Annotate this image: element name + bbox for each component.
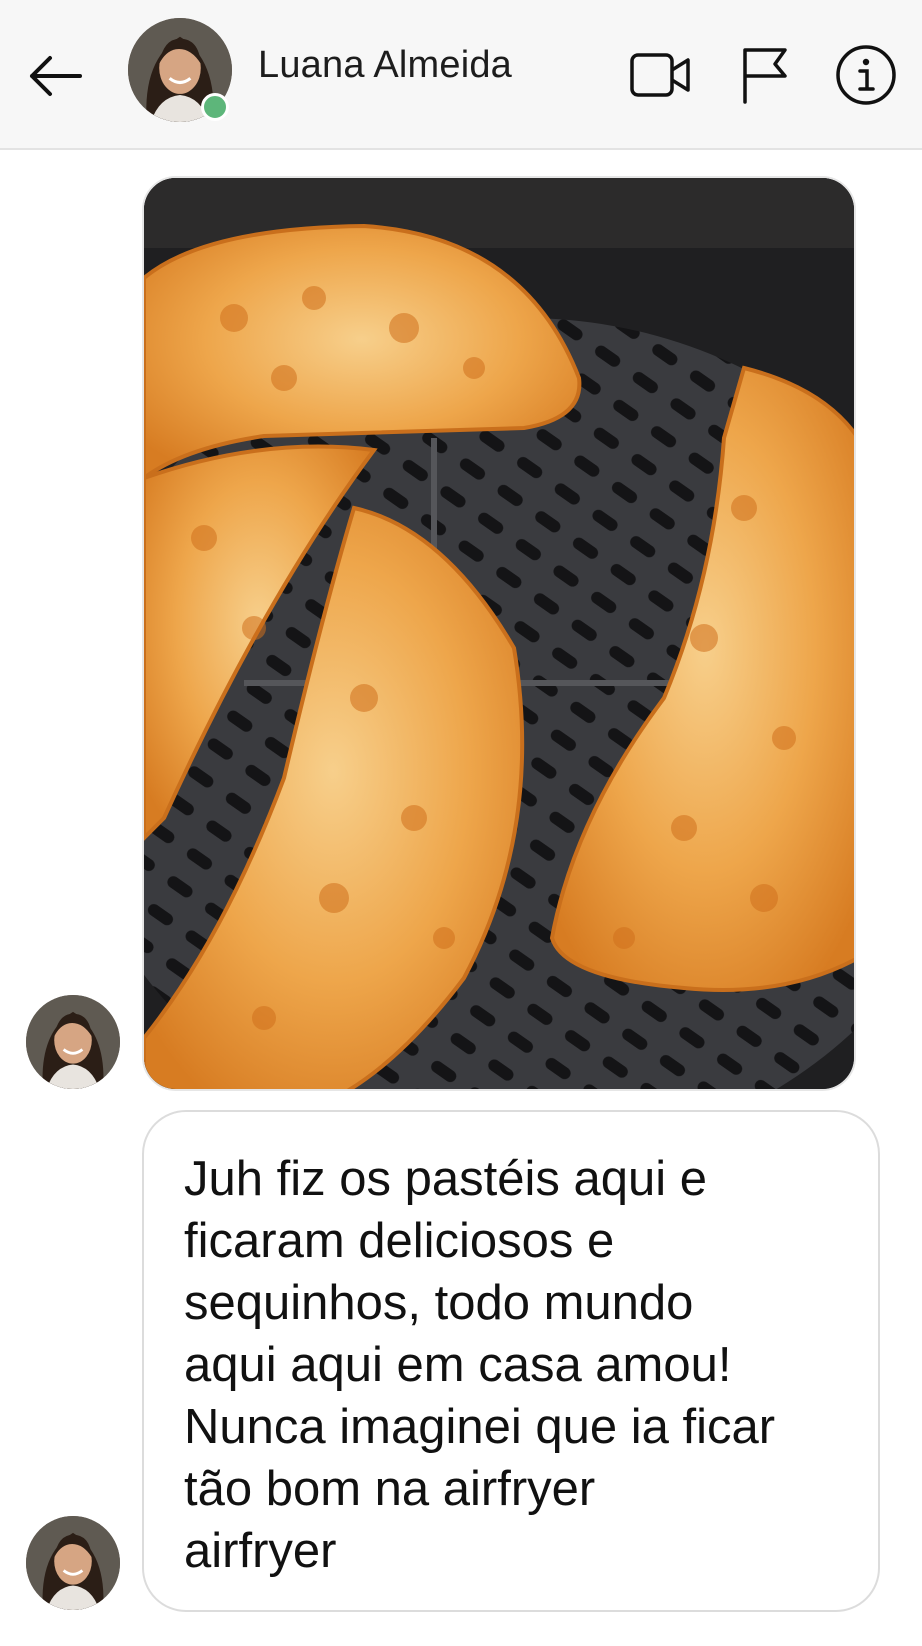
arrow-left-icon	[30, 56, 82, 96]
contact-avatar-wrap[interactable]	[128, 18, 232, 126]
sender-avatar[interactable]	[26, 1516, 120, 1610]
flag-icon	[743, 48, 787, 104]
online-status-indicator	[201, 93, 229, 121]
sender-avatar[interactable]	[26, 995, 120, 1089]
back-button[interactable]	[24, 44, 88, 108]
report-button[interactable]	[733, 42, 799, 108]
message-text: Juh fiz os pastéis aqui e ficaram delici…	[184, 1152, 776, 1578]
chat-header: Luana Almeida	[0, 0, 922, 150]
text-message-bubble[interactable]: Juh fiz os pastéis aqui e ficaram delici…	[142, 1110, 880, 1612]
pastel-photo	[144, 178, 854, 1089]
image-message[interactable]	[142, 176, 856, 1091]
info-button[interactable]	[833, 42, 899, 108]
person-avatar-image	[26, 995, 120, 1089]
video-camera-icon	[630, 53, 690, 97]
person-avatar-image	[26, 1516, 120, 1610]
info-icon	[836, 45, 896, 105]
contact-name[interactable]: Luana Almeida	[258, 44, 512, 87]
video-call-button[interactable]	[628, 42, 694, 108]
